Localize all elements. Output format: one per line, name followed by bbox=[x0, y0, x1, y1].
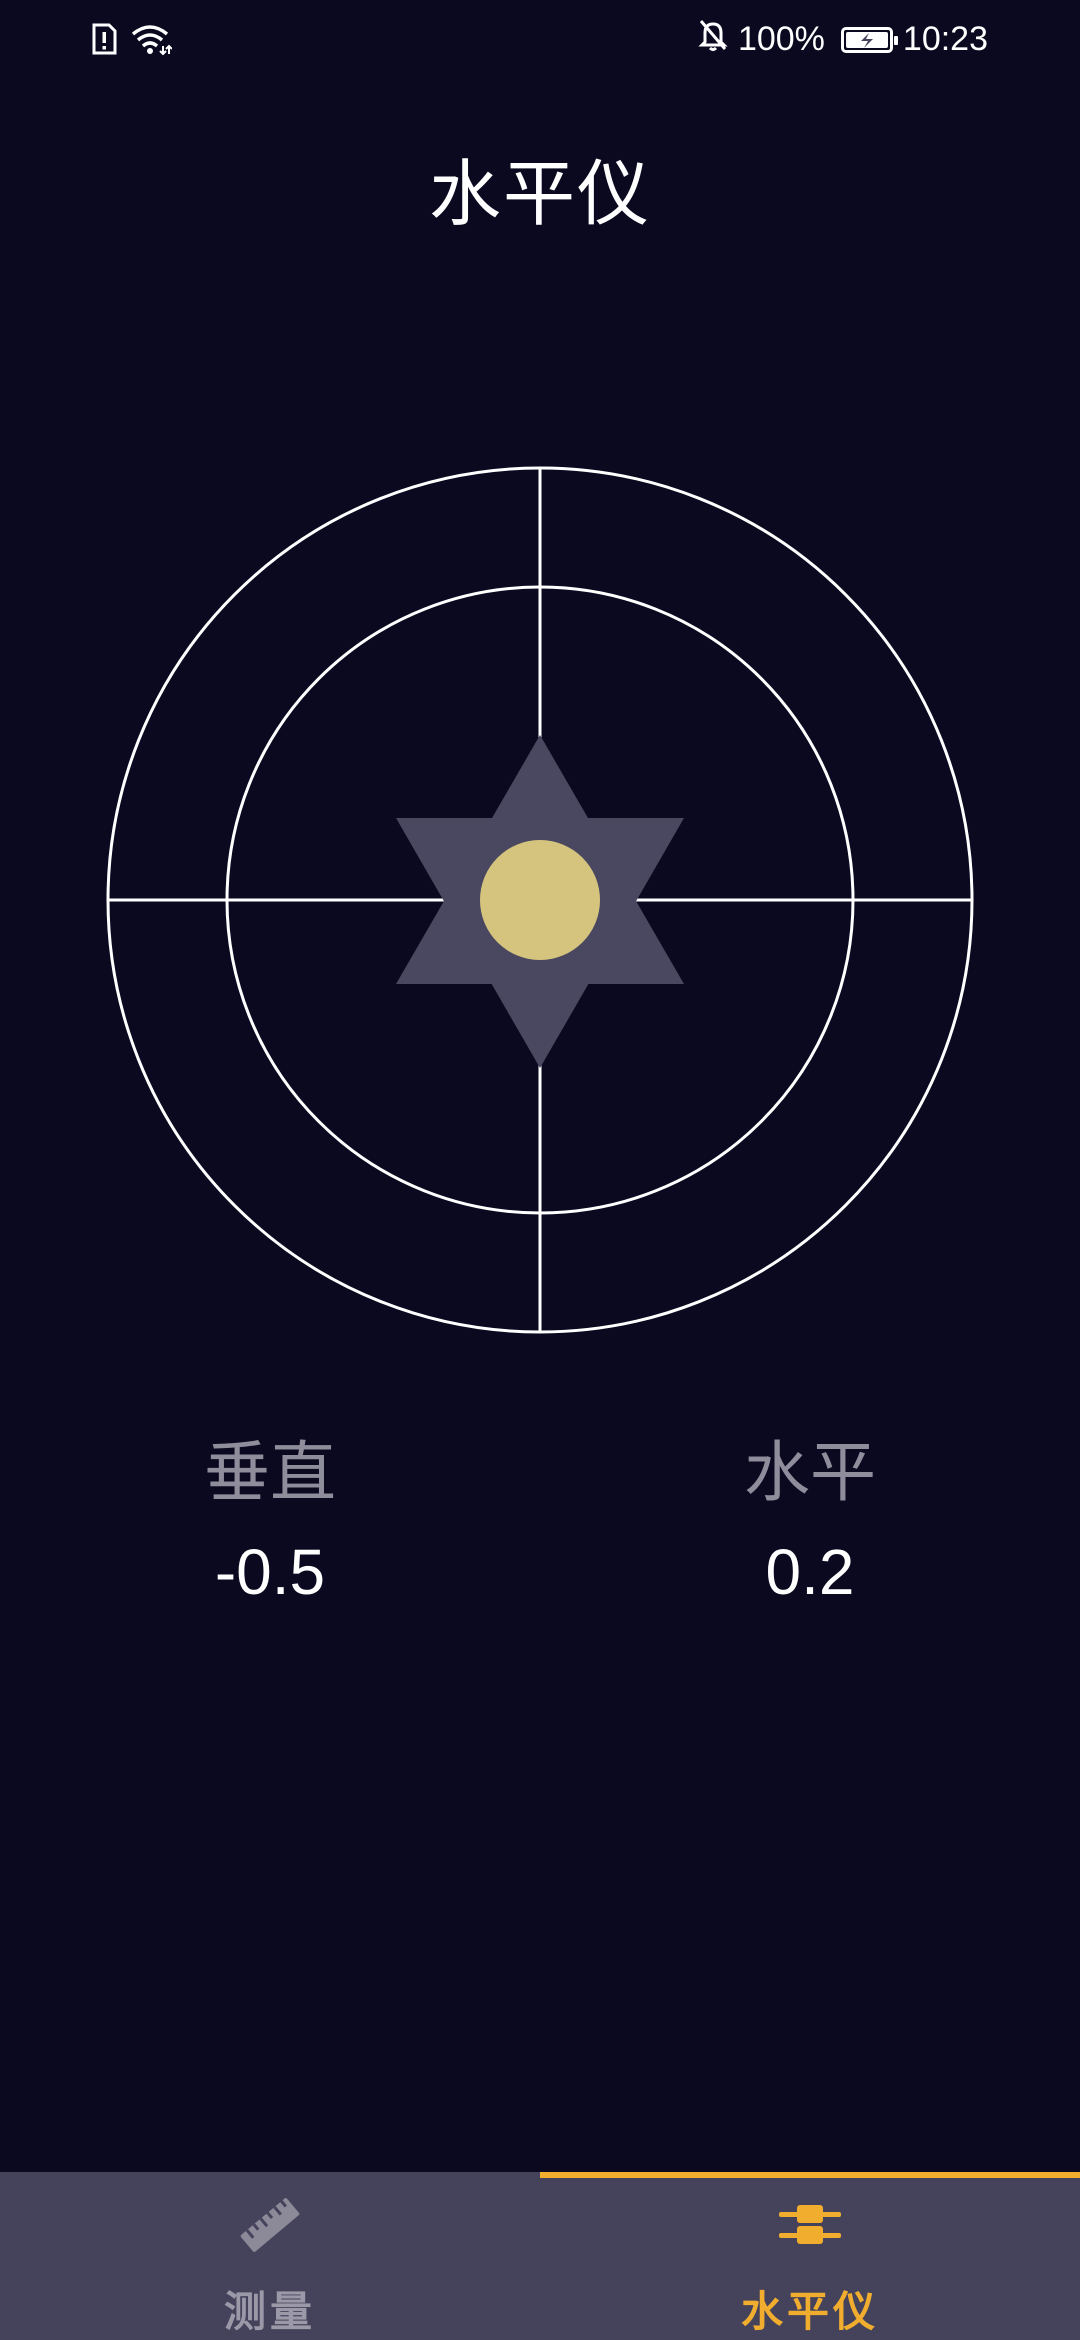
tab-level[interactable]: 水平仪 bbox=[540, 2172, 1080, 2340]
vertical-label: 垂直 bbox=[204, 1434, 336, 1511]
clock: 10:23 bbox=[902, 20, 988, 58]
bell-off-icon bbox=[698, 18, 728, 61]
status-bar: 100% 10:23 bbox=[0, 0, 1080, 84]
horizontal-value: 0.2 bbox=[765, 1536, 855, 1608]
page-title: 水平仪 bbox=[428, 152, 651, 236]
bottom-nav: 测量 水平仪 bbox=[0, 2172, 1080, 2340]
tab-measure[interactable]: 测量 bbox=[0, 2172, 540, 2340]
battery-charging-icon bbox=[840, 26, 898, 53]
level-bubble bbox=[480, 840, 600, 960]
tab-measure-label: 测量 bbox=[223, 2287, 316, 2336]
vertical-readout: 垂直 -0.5 bbox=[100, 1434, 440, 1608]
ruler-icon bbox=[235, 2190, 305, 2260]
level-gauge bbox=[100, 460, 980, 1340]
battery-percent: 100% bbox=[737, 20, 825, 58]
horizontal-readout: 水平 0.2 bbox=[640, 1434, 980, 1608]
level-icon bbox=[775, 2190, 845, 2260]
tab-indicator-active bbox=[540, 2172, 1080, 2178]
horizontal-label: 水平 bbox=[744, 1434, 876, 1511]
tab-level-label: 水平仪 bbox=[740, 2287, 879, 2336]
tab-indicator bbox=[0, 2172, 540, 2178]
sim-alert-icon bbox=[90, 22, 118, 60]
status-right: 100% 10:23 bbox=[698, 18, 988, 61]
status-left bbox=[90, 22, 173, 60]
wifi-icon bbox=[130, 22, 173, 60]
vertical-value: -0.5 bbox=[214, 1536, 326, 1608]
